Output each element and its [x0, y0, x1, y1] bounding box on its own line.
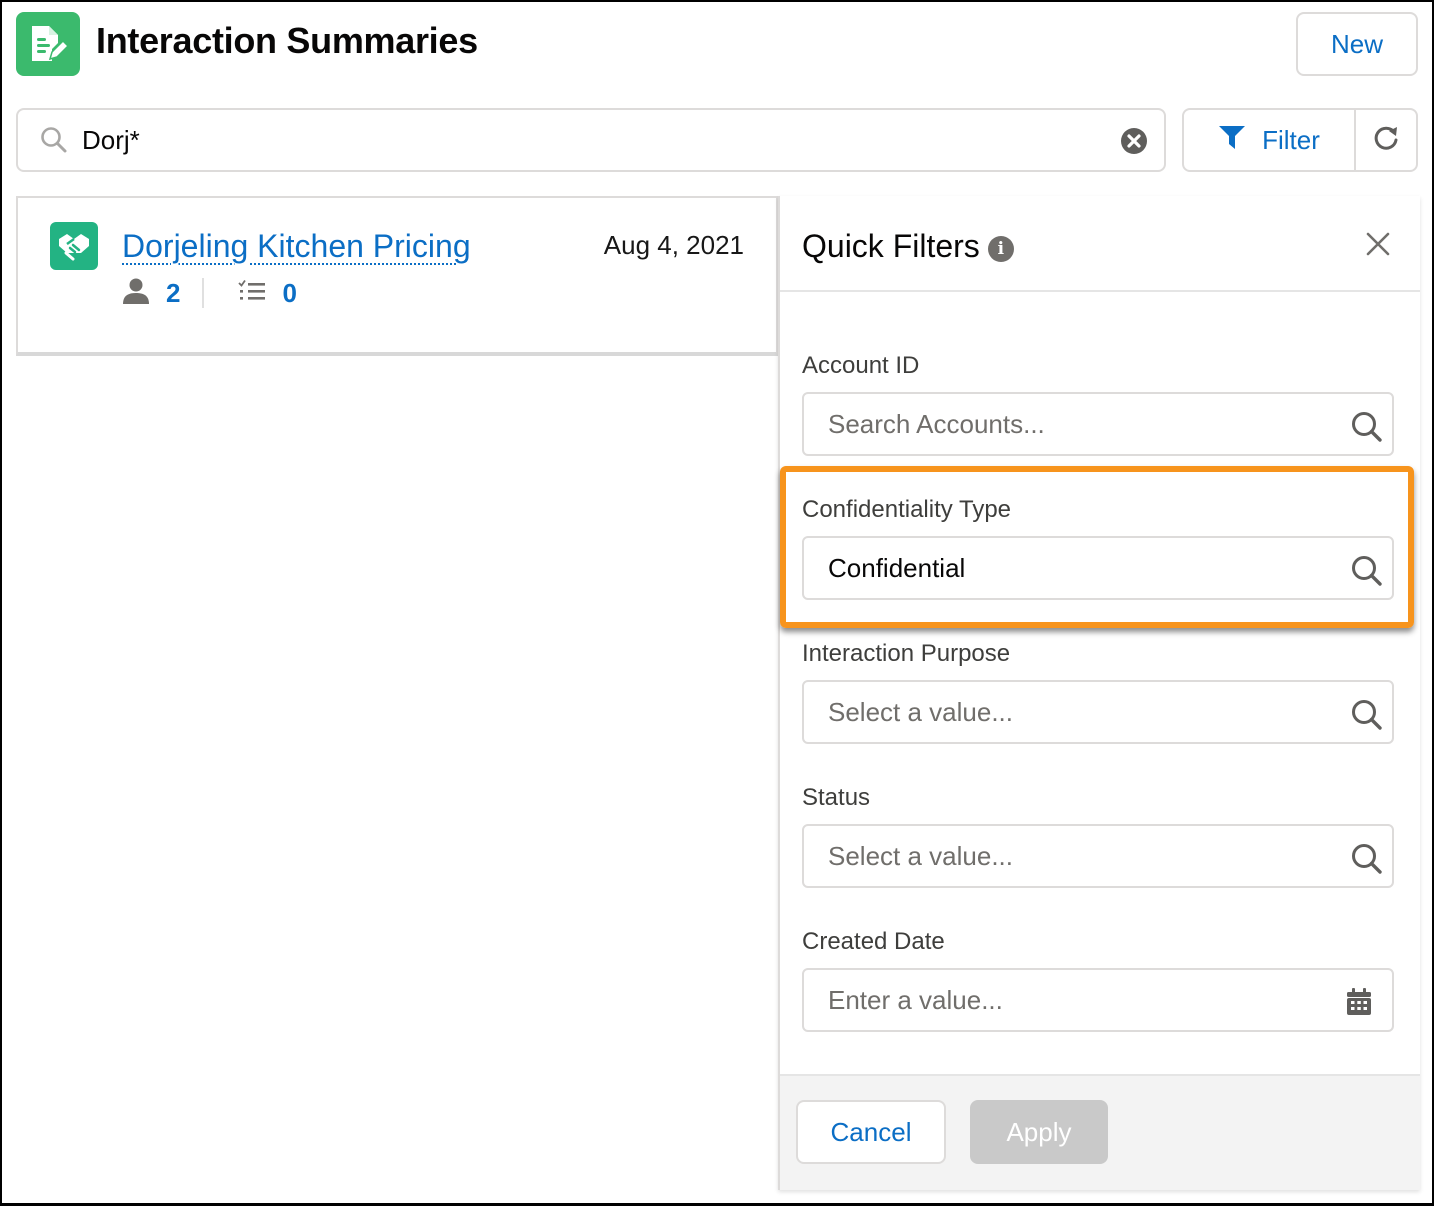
created-date-field: Created Date: [802, 926, 1396, 1032]
apply-button[interactable]: Apply: [970, 1100, 1108, 1164]
search-icon: [40, 126, 68, 159]
participants-count[interactable]: 2: [166, 278, 180, 309]
filter-label: Filter: [1262, 124, 1320, 155]
result-card[interactable]: Dorjeling Kitchen Pricing Aug 4, 2021 2 …: [16, 196, 778, 356]
status-label: Status: [802, 784, 871, 811]
record-meta: 2 0: [122, 278, 297, 308]
handshake-icon: [50, 222, 98, 270]
search-input[interactable]: [82, 120, 1082, 160]
confidentiality-type-field: Confidentiality Type: [802, 494, 1396, 600]
search-icon[interactable]: [1350, 698, 1384, 737]
search-icon[interactable]: [1350, 842, 1384, 881]
account-id-input[interactable]: [828, 406, 1328, 442]
quick-filters-title: Quick Filters i: [802, 228, 1014, 265]
new-button[interactable]: New: [1296, 12, 1418, 76]
search-box: [16, 108, 1166, 172]
document-edit-icon: [16, 12, 80, 76]
interaction-purpose-label: Interaction Purpose: [802, 640, 1011, 667]
quick-filters-header: Quick Filters i: [780, 196, 1420, 292]
info-icon[interactable]: i: [987, 235, 1014, 262]
quick-filters-title-text: Quick Filters: [802, 228, 980, 264]
calendar-icon[interactable]: [1346, 988, 1372, 1021]
confidentiality-type-input-wrapper: [802, 536, 1394, 600]
status-field: Status: [802, 782, 1396, 888]
created-date-input[interactable]: [828, 982, 1328, 1018]
meta-divider: [202, 278, 205, 308]
refresh-button[interactable]: [1356, 110, 1416, 170]
record-title-link[interactable]: Dorjeling Kitchen Pricing: [122, 228, 471, 265]
created-date-label: Created Date: [802, 928, 945, 955]
action-items-count[interactable]: 0: [282, 278, 296, 309]
quick-filters-footer: Cancel Apply: [780, 1074, 1420, 1190]
confidentiality-type-label: Confidentiality Type: [802, 496, 1012, 523]
cancel-button[interactable]: Cancel: [796, 1100, 946, 1164]
interaction-purpose-input-wrapper: [802, 680, 1394, 744]
interaction-purpose-input[interactable]: [828, 694, 1328, 730]
account-id-label: Account ID: [802, 352, 920, 379]
quick-filters-panel: Quick Filters i Account ID Confidentiali…: [778, 196, 1420, 1190]
clear-circle-icon[interactable]: [1120, 127, 1148, 155]
funnel-icon: [1218, 124, 1246, 157]
record-date: Aug 4, 2021: [603, 230, 744, 260]
checklist-icon: [238, 279, 266, 308]
filter-button-group: Filter: [1182, 108, 1418, 172]
account-id-field: Account ID: [802, 350, 1396, 456]
page-title: Interaction Summaries: [96, 20, 478, 61]
close-icon[interactable]: [1366, 232, 1390, 256]
search-icon[interactable]: [1350, 410, 1384, 449]
status-input[interactable]: [828, 838, 1328, 874]
filter-button[interactable]: Filter: [1184, 110, 1356, 170]
account-id-input-wrapper: [802, 392, 1394, 456]
person-icon: [122, 277, 150, 310]
confidentiality-type-input[interactable]: [828, 550, 1328, 586]
interaction-purpose-field: Interaction Purpose: [802, 638, 1396, 744]
status-input-wrapper: [802, 824, 1394, 888]
refresh-icon: [1372, 124, 1400, 157]
search-icon[interactable]: [1350, 554, 1384, 593]
created-date-input-wrapper: [802, 968, 1394, 1032]
